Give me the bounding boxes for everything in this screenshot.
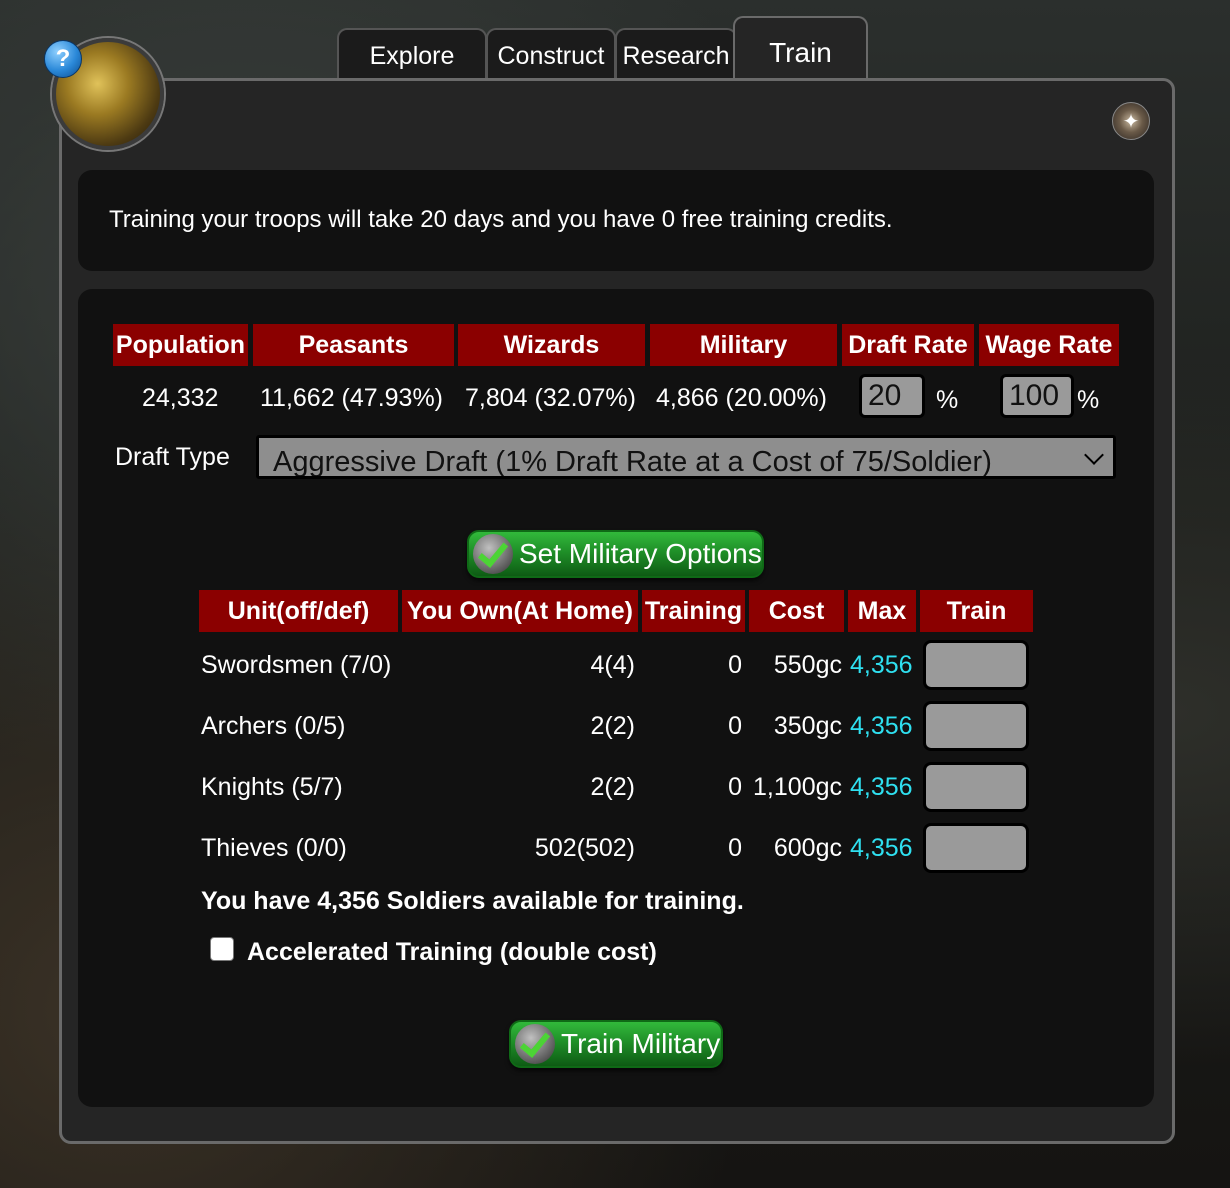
- unit-training: 0: [728, 712, 742, 740]
- header-draft-rate: Draft Rate: [842, 324, 974, 366]
- population-value: 24,332: [142, 384, 219, 412]
- draft-rate-input[interactable]: 20: [859, 374, 925, 418]
- train-input-swordsmen[interactable]: [923, 640, 1029, 690]
- wizards-value: 7,804 (32.07%): [465, 384, 636, 412]
- draft-rate-percent: %: [936, 386, 959, 414]
- header-wage-rate: Wage Rate: [979, 324, 1119, 366]
- train-input-archers[interactable]: [923, 701, 1029, 751]
- draft-type-select[interactable]: Aggressive Draft (1% Draft Rate at a Cos…: [256, 435, 1116, 479]
- tab-research[interactable]: Research: [615, 28, 737, 82]
- header-population: Population: [113, 324, 248, 366]
- unit-cost: 350gc: [773, 712, 842, 740]
- unit-max[interactable]: 4,356: [850, 834, 913, 863]
- checkmark-icon: [515, 1024, 555, 1064]
- set-military-options-label: Set Military Options: [519, 538, 762, 569]
- tab-explore[interactable]: Explore: [337, 28, 487, 82]
- peasants-value: 11,662 (47.93%): [260, 384, 443, 412]
- unit-name: Thieves (0/0): [201, 834, 347, 862]
- unit-own: 2(2): [590, 712, 635, 740]
- header-cost: Cost: [749, 590, 844, 632]
- header-max: Max: [848, 590, 916, 632]
- unit-max[interactable]: 4,356: [850, 651, 913, 680]
- unit-own: 502(502): [534, 834, 635, 862]
- unit-training: 0: [728, 834, 742, 862]
- train-military-label: Train Military: [561, 1028, 721, 1059]
- draft-type-selected: Aggressive Draft (1% Draft Rate at a Cos…: [273, 446, 992, 478]
- train-input-thieves[interactable]: [923, 823, 1029, 873]
- military-value: 4,866 (20.00%): [656, 384, 827, 412]
- unit-own: 4(4): [590, 651, 635, 679]
- header-training: Training: [642, 590, 745, 632]
- header-peasants: Peasants: [253, 324, 454, 366]
- wage-rate-input[interactable]: 100: [1000, 374, 1074, 418]
- help-icon[interactable]: ?: [44, 40, 82, 78]
- header-military: Military: [650, 324, 837, 366]
- header-you-own: You Own(At Home): [402, 590, 638, 632]
- accelerated-training-checkbox[interactable]: [210, 937, 234, 961]
- unit-training: 0: [728, 773, 742, 801]
- unit-training: 0: [728, 651, 742, 679]
- unit-cost: 600gc: [773, 834, 842, 862]
- settings-icon[interactable]: ✦: [1112, 102, 1150, 140]
- training-info-text: Training your troops will take 20 days a…: [109, 206, 893, 233]
- soldiers-available-text: You have 4,356 Soldiers available for tr…: [201, 887, 744, 915]
- checkmark-icon: [473, 534, 513, 574]
- header-train: Train: [920, 590, 1033, 632]
- info-box: Training your troops will take 20 days a…: [78, 170, 1154, 271]
- unit-name: Swordsmen (7/0): [201, 651, 392, 679]
- accelerated-training-label[interactable]: Accelerated Training (double cost): [247, 938, 657, 967]
- chevron-down-icon: [1084, 445, 1104, 465]
- unit-name: Knights (5/7): [201, 773, 343, 801]
- unit-max[interactable]: 4,356: [850, 773, 913, 802]
- unit-own: 2(2): [590, 773, 635, 801]
- unit-cost: 550gc: [773, 651, 842, 679]
- train-military-button[interactable]: Train Military: [509, 1020, 723, 1068]
- set-military-options-button[interactable]: Set Military Options: [467, 530, 764, 578]
- train-input-knights[interactable]: [923, 762, 1029, 812]
- tab-construct[interactable]: Construct: [486, 28, 616, 82]
- unit-max[interactable]: 4,356: [850, 712, 913, 741]
- header-unit: Unit(off/def): [199, 590, 398, 632]
- draft-type-label: Draft Type: [115, 443, 230, 471]
- header-wizards: Wizards: [458, 324, 645, 366]
- unit-name: Archers (0/5): [201, 712, 346, 740]
- unit-cost: 1,100gc: [753, 773, 842, 801]
- wage-rate-percent: %: [1077, 386, 1100, 414]
